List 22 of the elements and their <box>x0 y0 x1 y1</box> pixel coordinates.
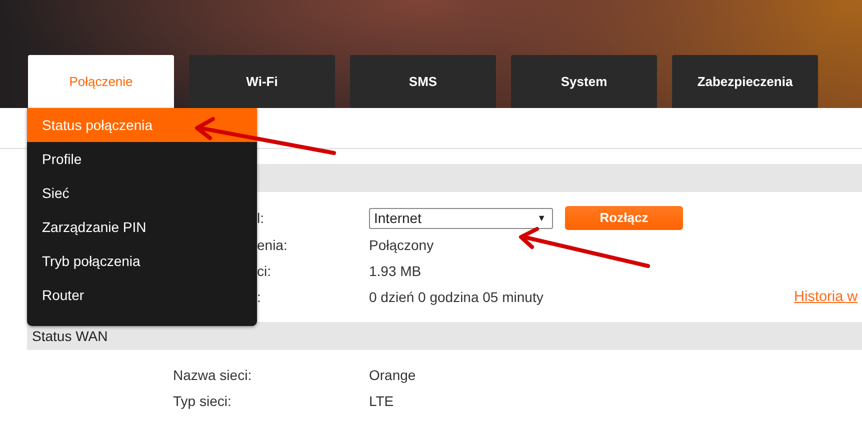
field-value: 0 dzień 0 godzina 05 minuty <box>369 289 544 305</box>
menu-item[interactable]: Router <box>27 278 257 312</box>
menu-item[interactable]: Profile <box>27 142 257 176</box>
nav-tab[interactable]: Wi-Fi <box>189 55 335 108</box>
nav-tab[interactable]: System <box>511 55 657 108</box>
field-label: l: <box>257 210 264 226</box>
field-value: LTE <box>369 393 394 409</box>
profile-select[interactable]: Internet ▼ <box>369 208 553 228</box>
section-header: Status WAN <box>27 322 862 350</box>
menu-item[interactable]: Tryb połączenia <box>27 244 257 278</box>
field-value: Połączony <box>369 237 434 253</box>
field-label: enia: <box>257 237 288 253</box>
menu-item[interactable]: Sieć <box>27 176 257 210</box>
field-label: ci: <box>257 263 271 279</box>
field-value: 1.93 MB <box>369 263 422 279</box>
field-label: Typ sieci: <box>173 393 232 409</box>
menu-item[interactable]: Zarządzanie PIN <box>27 210 257 244</box>
field-value: Orange <box>369 367 416 383</box>
field-label: Nazwa sieci: <box>173 367 252 383</box>
nav-tab[interactable]: SMS <box>350 55 496 108</box>
field-label: : <box>257 289 261 305</box>
nav-tab[interactable]: Zabezpieczenia <box>672 55 818 108</box>
